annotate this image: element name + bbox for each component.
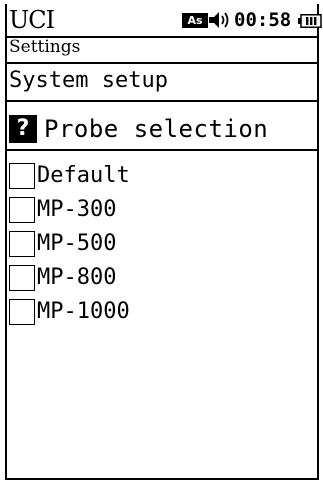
option-label: Default [37,163,130,188]
checkbox[interactable] [9,265,35,291]
screen-bottom-border [7,478,317,480]
probe-option-mp-1000[interactable]: MP-1000 [9,295,309,329]
checkbox[interactable] [9,231,35,257]
option-label: MP-1000 [37,299,130,324]
clock: 00:58 [234,9,292,31]
section-title: System setup [9,68,168,93]
probe-option-mp-800[interactable]: MP-800 [9,261,309,295]
breadcrumb: Settings [9,37,81,57]
auto-sleep-badge: As [182,13,208,28]
probe-option-default[interactable]: Default [9,159,309,193]
probe-option-mp-300[interactable]: MP-300 [9,193,309,227]
checkbox[interactable] [9,197,35,223]
checkbox[interactable] [9,299,35,325]
option-label: MP-300 [37,197,117,222]
breadcrumb-divider [7,62,317,64]
speaker-icon [208,10,230,30]
page-title: Probe selection [44,115,269,143]
option-label: MP-500 [37,231,117,256]
device-screen: UCI As 00:58 Settings System setup ? Pro… [5,4,322,480]
checkbox[interactable] [9,163,35,189]
probe-option-mp-500[interactable]: MP-500 [9,227,309,261]
help-icon[interactable]: ? [9,115,37,143]
app-name: UCI [9,6,55,34]
title-divider [7,100,317,102]
probe-option-list: Default MP-300 MP-500 MP-800 MP-1000 [9,159,309,329]
heading-divider [7,149,317,151]
battery-icon [298,13,322,28]
status-bar: UCI As 00:58 [9,4,322,36]
option-label: MP-800 [37,265,117,290]
